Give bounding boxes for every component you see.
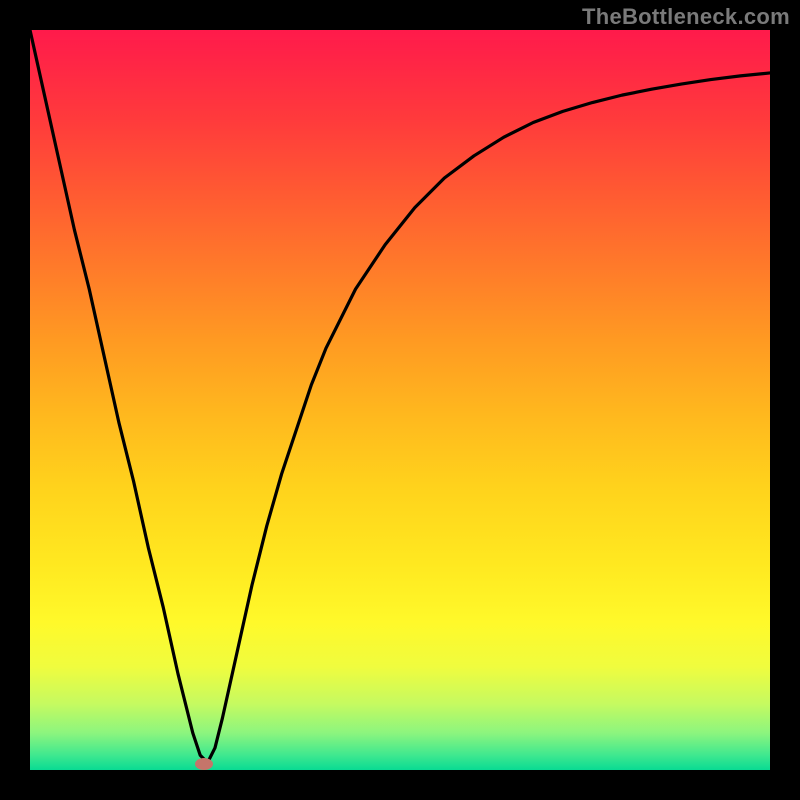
- watermark-text: TheBottleneck.com: [582, 4, 790, 30]
- minimum-marker: [195, 758, 213, 770]
- curve-svg: [30, 30, 770, 770]
- chart-frame: TheBottleneck.com: [0, 0, 800, 800]
- curve-path: [30, 30, 770, 763]
- plot-area: [30, 30, 770, 770]
